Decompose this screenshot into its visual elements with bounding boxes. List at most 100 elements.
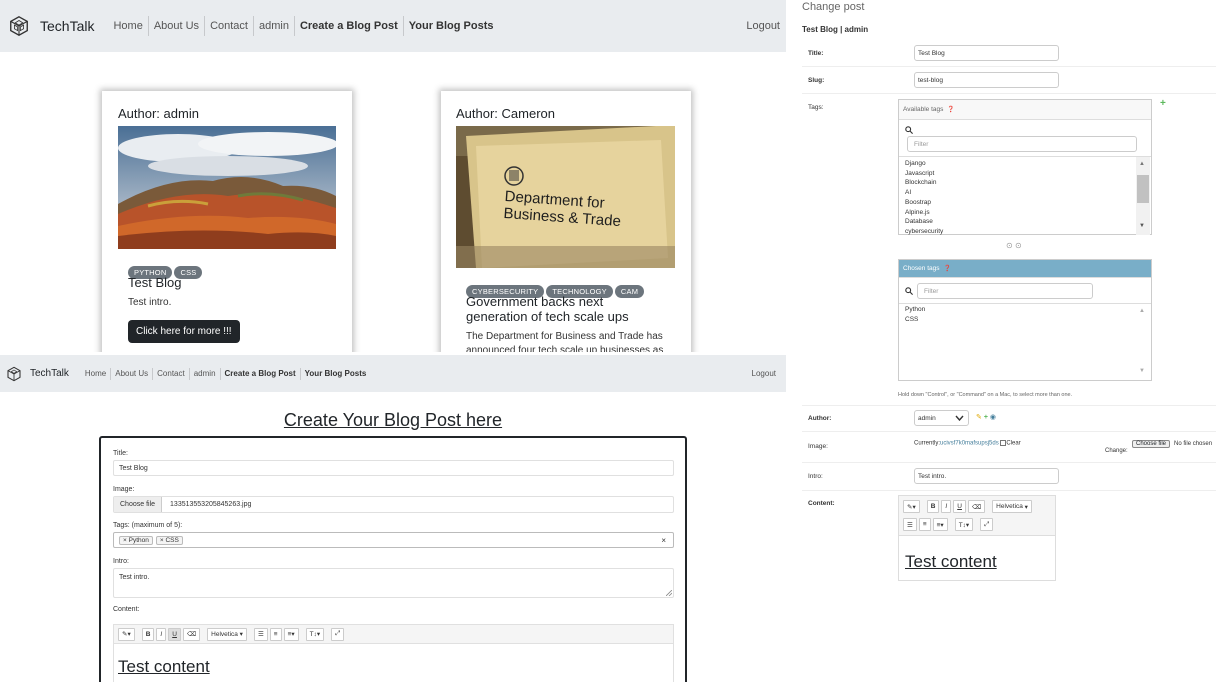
read-more-button[interactable]: Click here for more !!! <box>128 320 240 343</box>
nav-contact[interactable]: Contact <box>153 367 190 380</box>
nav-about[interactable]: About Us <box>111 367 154 380</box>
text-height-icon[interactable]: T↕▾ <box>954 518 974 531</box>
magic-style-icon[interactable]: ✎▾ <box>903 500 920 513</box>
nav-your-posts[interactable]: Your Blog Posts <box>404 16 499 36</box>
blog-home-screen: TechTalk Home About Us Contact admin Cre… <box>0 0 786 352</box>
content-label: Content: <box>113 606 140 613</box>
scroll-down-icon[interactable]: ▼ <box>1139 368 1145 374</box>
fullscreen-icon[interactable]: ⤢ <box>980 518 994 531</box>
image-file-input[interactable]: Choose file 133513553205845263.jpg <box>113 496 674 513</box>
author-label: Author: <box>808 415 832 422</box>
tag-option[interactable]: Alpine.js <box>905 208 943 218</box>
title-input[interactable]: Test Blog <box>914 45 1059 61</box>
bold-button[interactable]: B <box>141 627 155 641</box>
tag-option[interactable]: CSS <box>905 315 925 325</box>
tag-option[interactable]: cybersecurity <box>905 227 943 237</box>
logout-link[interactable]: Logout <box>752 369 776 378</box>
author-select[interactable]: admin <box>914 410 969 426</box>
slug-input[interactable]: test-blog <box>914 72 1059 88</box>
nav-home[interactable]: Home <box>108 16 149 36</box>
paragraph-align-icon[interactable]: ≡▾ <box>283 627 299 641</box>
change-label: Change: <box>1105 448 1128 454</box>
create-post-screen: TechTalk Home About Us Contact admin Cre… <box>0 355 786 682</box>
remove-selected-icon[interactable]: ⊙ <box>1015 241 1022 250</box>
unordered-list-icon[interactable]: ☰ <box>903 518 917 531</box>
bold-button[interactable]: B <box>926 500 940 513</box>
scrollbar[interactable]: ▲ ▼ <box>1136 157 1150 235</box>
fullscreen-icon[interactable]: ⤢ <box>331 627 345 641</box>
choose-file-button[interactable]: Choose file <box>114 497 163 512</box>
tags-label: Tags: (maximum of 5): <box>113 522 183 529</box>
nav-about[interactable]: About Us <box>149 16 206 36</box>
remove-tag-icon[interactable]: × <box>160 537 164 544</box>
add-selected-icon[interactable]: ⊙ <box>1006 241 1013 250</box>
scrollbar[interactable]: ▲ ▼ <box>1136 304 1150 381</box>
eraser-icon[interactable]: ⌫ <box>967 500 986 513</box>
remove-tag-icon[interactable]: × <box>123 537 127 544</box>
tag-option[interactable]: Django <box>905 159 943 169</box>
add-tag-icon[interactable]: + <box>1160 98 1166 109</box>
editor-content[interactable]: Test content <box>118 657 210 677</box>
available-tags-list[interactable]: Django Javascript Blockchain AI Boostrap… <box>899 156 1151 237</box>
available-filter-input[interactable]: Filter <box>907 136 1137 152</box>
scrollbar-thumb[interactable] <box>1137 175 1149 203</box>
logout-link[interactable]: Logout <box>746 20 780 32</box>
nav-admin[interactable]: admin <box>190 367 221 380</box>
eraser-icon[interactable]: ⌫ <box>182 627 201 641</box>
ordered-list-icon[interactable]: ≡ <box>269 627 282 641</box>
nav-home[interactable]: Home <box>81 367 112 380</box>
title-input[interactable]: Test Blog <box>113 460 674 476</box>
tag-option[interactable]: Boostrap <box>905 198 943 208</box>
intro-input[interactable]: Test intro. <box>914 468 1059 484</box>
nav-contact[interactable]: Contact <box>205 16 254 36</box>
tag-option[interactable]: AI <box>905 188 943 198</box>
text-height-icon[interactable]: T↕▾ <box>305 627 325 641</box>
nav-create-post[interactable]: Create a Blog Post <box>221 367 301 380</box>
scroll-up-icon[interactable]: ▲ <box>1139 161 1145 167</box>
view-eye-icon[interactable]: ◉ <box>990 414 996 421</box>
intro-textarea[interactable]: Test intro. <box>113 568 674 598</box>
unordered-list-icon[interactable]: ☰ <box>253 627 268 641</box>
choose-file-button[interactable]: Choose file <box>1132 440 1171 448</box>
magic-style-icon[interactable]: ✎▾ <box>118 627 135 641</box>
scroll-up-icon[interactable]: ▲ <box>1139 308 1145 314</box>
font-family-dropdown[interactable]: Helvetica ▾ <box>992 500 1032 513</box>
font-family-dropdown[interactable]: Helvetica ▾ <box>207 627 247 641</box>
tag-option[interactable]: Python <box>905 305 925 315</box>
nav-create-post[interactable]: Create a Blog Post <box>295 16 404 36</box>
editor-toolbar: ✎▾ B I U ⌫ Helvetica ▾ ☰ ≡ ≡▾ T↕▾ ⤢ <box>899 496 1055 536</box>
card-image <box>118 126 336 249</box>
brand[interactable]: TechTalk <box>6 366 69 382</box>
tag-option[interactable]: Blockchain <box>905 178 943 188</box>
chosen-tags-list[interactable]: Python CSS ▲ ▼ <box>899 303 1151 380</box>
top-navbar: TechTalk Home About Us Contact admin Cre… <box>0 0 786 52</box>
move-tags-controls: ⊙ ⊙ <box>1006 241 1022 250</box>
card-author: Author: admin <box>118 106 199 121</box>
underline-button[interactable]: U <box>168 627 181 641</box>
available-tags-header: Available tags ❓ <box>899 100 1151 120</box>
nav-your-posts[interactable]: Your Blog Posts <box>301 368 371 380</box>
nav-admin[interactable]: admin <box>254 16 295 36</box>
resize-handle-icon[interactable] <box>666 590 672 596</box>
clear-tags-icon[interactable]: × <box>661 536 666 545</box>
italic-button[interactable]: I <box>941 500 952 513</box>
paragraph-align-icon[interactable]: ≡▾ <box>932 518 948 531</box>
image-file-input[interactable]: Choose file No file chosen <box>1132 440 1212 448</box>
scroll-down-icon[interactable]: ▼ <box>1139 223 1145 229</box>
chosen-filter-input[interactable]: Filter <box>917 283 1093 299</box>
add-author-icon[interactable]: + <box>984 414 988 421</box>
ordered-list-icon[interactable]: ≡ <box>918 518 931 531</box>
tag-chip[interactable]: × Python <box>119 535 153 545</box>
image-label: Image: <box>113 486 135 493</box>
help-text: Hold down "Control", or "Command" on a M… <box>898 392 1073 398</box>
editor-content[interactable]: Test content <box>905 552 997 572</box>
italic-button[interactable]: I <box>156 627 167 641</box>
tag-option[interactable]: Javascript <box>905 169 943 179</box>
brand[interactable]: TechTalk <box>8 15 94 37</box>
tags-input[interactable]: × Python × CSS × <box>113 532 674 548</box>
underline-button[interactable]: U <box>953 500 966 513</box>
current-image-link[interactable]: ucivsf7k0mafsupsj5ds <box>940 441 999 447</box>
edit-pencil-icon[interactable]: ✎ <box>976 414 982 421</box>
tag-option[interactable]: Database <box>905 217 943 227</box>
tag-chip[interactable]: × CSS <box>155 535 183 545</box>
